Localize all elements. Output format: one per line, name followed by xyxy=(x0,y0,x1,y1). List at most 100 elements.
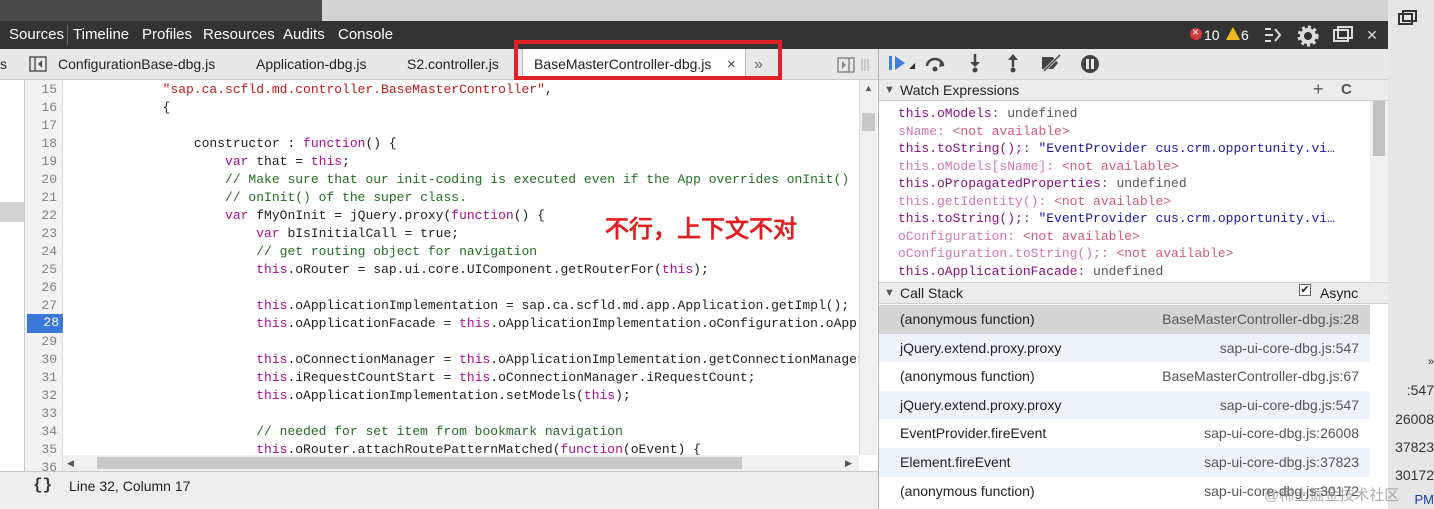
step-over-icon[interactable] xyxy=(924,53,946,75)
scroll-thumb[interactable] xyxy=(862,113,875,131)
dock-icon[interactable] xyxy=(1331,25,1355,45)
file-tab-application[interactable]: Application-dbg.js xyxy=(256,49,367,80)
line-number[interactable]: 19 xyxy=(21,153,57,171)
scroll-thumb[interactable] xyxy=(1373,101,1385,156)
line-number[interactable]: 32 xyxy=(21,387,57,405)
line-number[interactable]: 29 xyxy=(21,333,57,351)
code-editor[interactable]: "sap.ca.scfld.md.controller.BaseMasterCo… xyxy=(63,80,859,455)
toggle-debugger-icon[interactable] xyxy=(837,57,875,78)
call-frame[interactable]: jQuery.extend.proxy.proxy sap-ui-core-dbg… xyxy=(879,390,1370,420)
console-drawer-icon[interactable] xyxy=(1262,25,1284,45)
watch-expressions-header[interactable]: ▼ Watch Expressions + C xyxy=(879,79,1388,101)
warning-count[interactable]: 6 xyxy=(1241,21,1249,49)
collapse-triangle-icon[interactable]: ▼ xyxy=(884,84,895,96)
line-number[interactable]: 22 xyxy=(21,207,57,225)
line-number[interactable]: 24 xyxy=(21,243,57,261)
tab-sources[interactable]: Sources xyxy=(6,21,67,49)
line-number[interactable]: 30 xyxy=(21,351,57,369)
code-vertical-scrollbar[interactable]: ▲ xyxy=(859,80,877,455)
collapse-triangle-icon[interactable]: ▼ xyxy=(884,287,895,299)
code-line[interactable]: "sap.ca.scfld.md.controller.BaseMasterCo… xyxy=(69,81,553,99)
tab-audits[interactable]: Audits xyxy=(280,21,328,49)
line-number[interactable]: 33 xyxy=(21,405,57,423)
step-into-icon[interactable] xyxy=(964,53,986,75)
code-horizontal-scrollbar[interactable]: ◀ ▶ xyxy=(63,455,859,471)
line-number[interactable]: 31 xyxy=(21,369,57,387)
error-icon[interactable] xyxy=(1190,25,1202,40)
scroll-right-icon[interactable]: ▶ xyxy=(845,458,852,469)
watch-item[interactable]: this.oModels: undefined xyxy=(898,105,1077,123)
line-number[interactable]: 26 xyxy=(21,279,57,297)
line-number[interactable]: 18 xyxy=(21,135,57,153)
code-line[interactable]: // needed for set item from bookmark nav… xyxy=(69,423,623,441)
call-frame[interactable]: (anonymous function) BaseMasterController… xyxy=(879,362,1370,391)
restore-window-icon[interactable] xyxy=(1398,10,1418,31)
tab-timeline[interactable]: Timeline xyxy=(70,21,132,49)
watch-item[interactable]: this.toString();: "EventProvider cus.crm… xyxy=(898,210,1335,228)
line-number[interactable]: 23 xyxy=(21,225,57,243)
call-frame[interactable]: (anonymous function) BaseMasterController… xyxy=(879,305,1370,334)
code-line[interactable]: this.oRouter.attachRoutePatternMatched(f… xyxy=(69,441,701,455)
error-count[interactable]: 10 xyxy=(1204,21,1220,49)
file-tab-fragment[interactable]: s xyxy=(0,49,7,80)
code-line[interactable]: this.oConnectionManager = this.oApplicat… xyxy=(69,351,859,369)
pretty-print-button[interactable]: {} xyxy=(33,476,52,494)
watch-item[interactable]: oConfiguration.toString();: <not availab… xyxy=(898,245,1233,263)
code-line[interactable]: this.oApplicationImplementation = sap.ca… xyxy=(69,297,849,315)
call-frame[interactable]: Element.fireEvent sap-ui-core-dbg.js:3782… xyxy=(879,448,1370,477)
line-number[interactable]: 27 xyxy=(21,297,57,315)
file-tab-configurationbase[interactable]: ConfigurationBase-dbg.js xyxy=(58,49,215,80)
code-line[interactable]: var fMyOnInit = jQuery.proxy(function() … xyxy=(69,207,545,225)
gear-icon[interactable] xyxy=(1296,25,1320,47)
add-watch-icon[interactable]: + xyxy=(1313,79,1324,100)
watch-item[interactable]: this.toString();: "EventProvider cus.crm… xyxy=(898,140,1335,158)
code-line[interactable]: { xyxy=(69,99,171,117)
resume-icon[interactable] xyxy=(887,53,909,75)
line-number[interactable]: 16 xyxy=(21,99,57,117)
code-line[interactable]: this.oRouter = sap.ui.core.UIComponent.g… xyxy=(69,261,709,279)
watch-item[interactable]: sName: <not available> xyxy=(898,123,1070,141)
code-line[interactable]: constructor : function() { xyxy=(69,135,397,153)
line-number[interactable]: 25 xyxy=(21,261,57,279)
pause-on-exceptions-icon[interactable] xyxy=(1079,53,1101,75)
watch-item[interactable]: this.getIdentity(): <not available> xyxy=(898,193,1171,211)
line-number[interactable]: 34 xyxy=(21,423,57,441)
code-line[interactable]: // onInit() of the super class. xyxy=(69,189,467,207)
code-line[interactable]: var that = this; xyxy=(69,153,350,171)
current-line-number[interactable]: 28 xyxy=(27,314,61,333)
code-line[interactable]: this.iRequestCountStart = this.oConnecti… xyxy=(69,369,755,387)
deactivate-breakpoints-icon[interactable] xyxy=(1040,53,1062,75)
code-line[interactable]: var bIsInitialCall = true; xyxy=(69,225,459,243)
code-line[interactable]: // get routing object for navigation xyxy=(69,243,537,261)
call-stack-header[interactable]: ▼ Call Stack Async xyxy=(879,282,1388,304)
line-number[interactable]: 20 xyxy=(21,171,57,189)
call-frame[interactable]: jQuery.extend.proxy.proxy sap-ui-core-dbg… xyxy=(879,333,1370,363)
code-line[interactable]: // Make sure that our init-coding is exe… xyxy=(69,171,849,189)
watch-item[interactable]: this.oPropagatedProperties: undefined xyxy=(898,175,1187,193)
step-out-icon[interactable] xyxy=(1002,53,1024,75)
tab-resources[interactable]: Resources xyxy=(200,21,278,49)
watch-item[interactable]: this.oModels[sName]: <not available> xyxy=(898,158,1179,176)
async-checkbox[interactable]: ✔ xyxy=(1299,284,1311,296)
call-frame[interactable]: EventProvider.fireEvent sap-ui-core-dbg.j… xyxy=(879,419,1370,448)
tab-console[interactable]: Console xyxy=(335,21,396,49)
watch-item[interactable]: this.oApplicationFacade: undefined xyxy=(898,263,1163,281)
line-number[interactable]: 21 xyxy=(21,189,57,207)
warning-icon[interactable] xyxy=(1226,27,1240,40)
close-icon[interactable]: ✕ xyxy=(1362,25,1382,45)
tab-profiles[interactable]: Profiles xyxy=(139,21,195,49)
watch-scrollbar[interactable]: ▲ xyxy=(1370,101,1388,281)
line-number[interactable]: 15 xyxy=(21,81,57,99)
code-line[interactable]: this.oApplicationImplementation.setModel… xyxy=(69,387,631,405)
resume-dropdown-icon[interactable]: ◢ xyxy=(909,61,915,70)
line-number[interactable]: 17 xyxy=(21,117,57,135)
scroll-left-icon[interactable]: ◀ xyxy=(67,458,74,469)
code-line[interactable]: this.oApplicationFacade = this.oApplicat… xyxy=(69,315,857,333)
scroll-up-icon[interactable]: ▲ xyxy=(864,83,873,93)
scroll-thumb[interactable] xyxy=(97,457,742,469)
refresh-icon[interactable]: C xyxy=(1341,81,1352,98)
watch-item[interactable]: oConfiguration: <not available> xyxy=(898,228,1140,246)
file-tab-s2-controller[interactable]: S2.controller.js xyxy=(407,49,499,80)
toggle-navigator-icon[interactable] xyxy=(29,56,47,77)
line-number[interactable]: 35 xyxy=(21,441,57,459)
